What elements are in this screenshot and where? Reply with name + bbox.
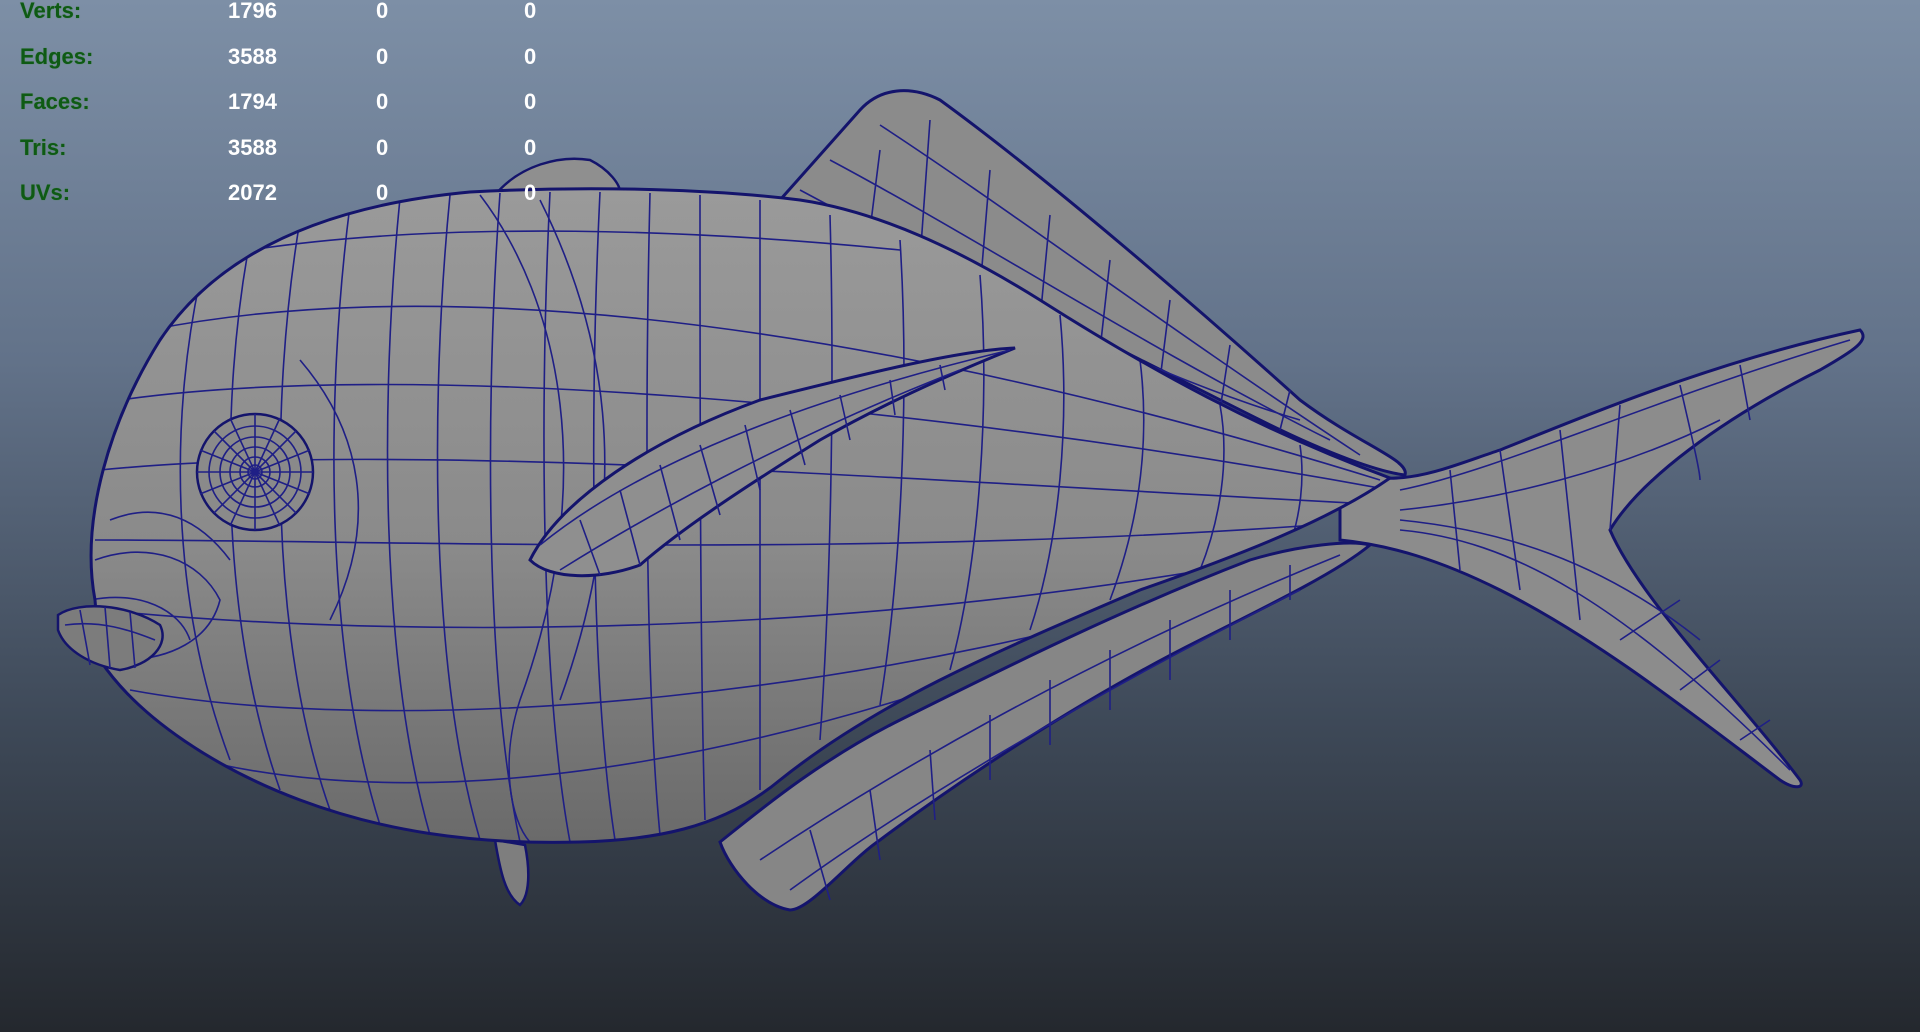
hud-value: 0 xyxy=(524,43,537,69)
hud-value: 0 xyxy=(376,180,389,205)
hud-row-verts: Verts: 1796 0 0 xyxy=(20,0,584,42)
pelvic-fin xyxy=(493,838,530,907)
hud-value: 0 xyxy=(376,134,389,160)
hud-label: UVs: xyxy=(20,180,71,205)
hud-label: Faces: xyxy=(20,89,90,114)
hud-label: Tris: xyxy=(20,134,67,160)
hud-row-faces: Faces: 1794 0 0 xyxy=(20,87,584,133)
hud-value: 1794 xyxy=(228,89,277,114)
hud-value: 3588 xyxy=(228,134,277,160)
poly-count-hud: Verts: 1796 0 0 Edges: 3588 0 0 Faces: 1… xyxy=(20,0,584,224)
hud-value: 3588 xyxy=(228,43,277,69)
hud-value: 0 xyxy=(376,43,389,69)
hud-label: Verts: xyxy=(20,0,82,23)
hud-value: 2072 xyxy=(228,180,277,205)
hud-row-tris: Tris: 3588 0 0 xyxy=(20,133,584,179)
hud-label: Edges: xyxy=(20,43,94,69)
hud-value: 0 xyxy=(524,0,537,23)
tail-fin xyxy=(1338,328,1865,789)
hud-value: 1796 xyxy=(228,0,277,23)
hud-value: 0 xyxy=(524,134,537,160)
3d-viewport[interactable]: Verts: 1796 0 0 Edges: 3588 0 0 Faces: 1… xyxy=(0,0,1920,1032)
hud-value: 0 xyxy=(524,89,537,114)
hud-value: 0 xyxy=(524,180,537,205)
hud-row-edges: Edges: 3588 0 0 xyxy=(20,42,584,88)
fish-eye xyxy=(195,412,315,532)
hud-value: 0 xyxy=(376,0,389,23)
hud-value: 0 xyxy=(376,89,389,114)
hud-row-uvs: UVs: 2072 0 0 xyxy=(20,178,584,224)
